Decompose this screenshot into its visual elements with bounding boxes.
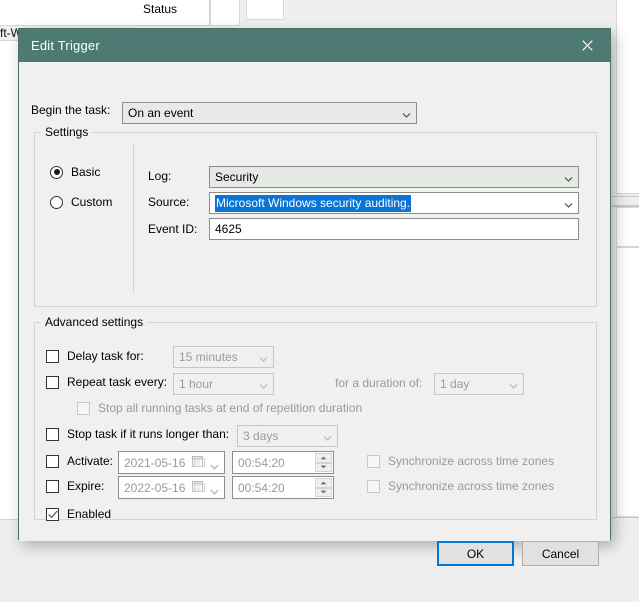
expire-time-input[interactable]: 00:54:20	[232, 476, 334, 499]
expire-date-picker[interactable]: 2022-05-16	[118, 476, 225, 499]
radio-basic[interactable]: Basic	[50, 165, 100, 179]
advanced-settings-group-title: Advanced settings	[41, 315, 148, 329]
activate-sync-label: Synchronize across time zones	[388, 454, 555, 468]
delay-task-combobox[interactable]: 15 minutes	[173, 346, 274, 368]
enabled-label: Enabled	[67, 507, 112, 521]
event-id-row: Event ID:	[148, 222, 197, 236]
stop-task-longer-value: 3 days	[243, 429, 279, 443]
chevron-down-icon	[259, 353, 268, 362]
activate-label: Activate:	[67, 454, 114, 468]
stop-task-longer-combobox[interactable]: 3 days	[237, 425, 338, 447]
log-value: Security	[215, 170, 259, 184]
activate-time-value: 00:54:20	[238, 455, 285, 470]
background-column-spacer	[210, 0, 240, 26]
activate-date-picker[interactable]: 2021-05-16	[118, 451, 225, 474]
delay-task-checkbox[interactable]: Delay task for:	[46, 349, 144, 363]
chevron-down-icon	[210, 484, 219, 495]
background-top-panel	[246, 0, 284, 20]
activate-sync-checkbox: Synchronize across time zones	[367, 454, 554, 468]
stop-task-longer-checkbox[interactable]: Stop task if it runs longer than:	[46, 427, 229, 441]
stop-all-running-label: Stop all running tasks at end of repetit…	[98, 401, 363, 415]
stop-all-running-checkbox-indicator	[77, 401, 90, 415]
repeat-task-combobox[interactable]: 1 hour	[173, 373, 274, 395]
activate-time-input[interactable]: 00:54:20	[232, 451, 334, 474]
background-status-column-header: Status	[135, 0, 210, 26]
settings-vertical-divider	[133, 144, 134, 294]
radio-basic-indicator	[50, 165, 63, 179]
begin-task-combobox[interactable]: On an event	[122, 102, 417, 124]
edit-trigger-dialog: Edit Trigger Begin the task: On an event…	[18, 28, 611, 566]
calendar-icon	[192, 480, 205, 496]
spinner-updown-icon[interactable]	[315, 478, 332, 497]
background-divider-3	[612, 517, 639, 518]
begin-task-label: Begin the task:	[31, 103, 111, 117]
chevron-down-icon	[259, 380, 268, 389]
expire-label: Expire:	[67, 479, 105, 493]
close-icon[interactable]	[565, 29, 610, 62]
event-id-label: Event ID:	[148, 222, 198, 236]
settings-group-title: Settings	[41, 125, 93, 139]
calendar-icon	[192, 455, 205, 471]
repeat-task-checkbox-indicator	[46, 375, 59, 389]
background-right-panel-top	[616, 0, 639, 194]
enabled-checkbox-indicator	[46, 507, 59, 521]
repeat-task-checkbox[interactable]: Repeat task every:	[46, 375, 167, 389]
event-id-value: 4625	[215, 222, 242, 236]
begin-task-row: Begin the task:	[31, 103, 110, 117]
stop-all-running-checkbox: Stop all running tasks at end of repetit…	[77, 401, 362, 415]
expire-sync-checkbox: Synchronize across time zones	[367, 479, 554, 493]
repeat-task-value: 1 hour	[179, 377, 214, 391]
begin-task-value: On an event	[128, 106, 194, 120]
chevron-down-icon	[509, 380, 518, 389]
log-row: Log:	[148, 169, 171, 183]
activate-date-value: 2021-05-16	[124, 455, 186, 470]
duration-label: for a duration of:	[335, 376, 423, 390]
activate-checkbox-indicator	[46, 454, 59, 468]
expire-checkbox-indicator	[46, 479, 59, 493]
source-combobox[interactable]: Microsoft Windows security auditing.	[209, 192, 579, 214]
dialog-body: Begin the task: On an event Settings Bas…	[19, 62, 610, 566]
cancel-button[interactable]: Cancel	[522, 541, 599, 566]
source-row: Source:	[148, 195, 189, 209]
background-right-panel-bottom	[616, 247, 639, 517]
chevron-down-icon	[210, 459, 219, 470]
chevron-down-icon	[564, 199, 573, 208]
dialog-titlebar: Edit Trigger	[19, 29, 610, 62]
repeat-task-label: Repeat task every:	[67, 375, 168, 389]
radio-basic-label: Basic	[71, 165, 101, 179]
radio-custom[interactable]: Custom	[50, 195, 112, 209]
background-divider-1	[612, 196, 639, 197]
ok-button[interactable]: OK	[437, 541, 514, 566]
stop-task-longer-label: Stop task if it runs longer than:	[67, 427, 230, 441]
duration-value: 1 day	[440, 377, 470, 391]
expire-date-value: 2022-05-16	[124, 480, 186, 495]
background-right-panel-mid	[616, 207, 639, 247]
log-label: Log:	[148, 169, 172, 183]
chevron-down-icon	[564, 173, 573, 182]
log-combobox[interactable]: Security	[209, 166, 579, 188]
enabled-checkbox[interactable]: Enabled	[46, 507, 111, 521]
source-label: Source:	[148, 195, 190, 209]
spinner-updown-icon[interactable]	[315, 453, 332, 472]
source-value: Microsoft Windows security auditing.	[215, 194, 412, 212]
chevron-down-icon	[402, 109, 411, 118]
activate-checkbox[interactable]: Activate:	[46, 454, 113, 468]
expire-sync-checkbox-indicator	[367, 479, 380, 493]
delay-task-label: Delay task for:	[67, 349, 144, 363]
delay-task-checkbox-indicator	[46, 349, 59, 363]
activate-sync-checkbox-indicator	[367, 454, 380, 468]
dialog-title: Edit Trigger	[31, 38, 100, 53]
duration-row: for a duration of:	[335, 376, 422, 390]
delay-task-value: 15 minutes	[179, 350, 238, 364]
expire-sync-label: Synchronize across time zones	[388, 479, 555, 493]
radio-custom-label: Custom	[71, 195, 113, 209]
expire-checkbox[interactable]: Expire:	[46, 479, 104, 493]
chevron-down-icon	[323, 432, 332, 441]
stop-task-longer-checkbox-indicator	[46, 427, 59, 441]
radio-custom-indicator	[50, 195, 63, 209]
expire-time-value: 00:54:20	[238, 480, 285, 495]
event-id-input[interactable]: 4625	[209, 218, 579, 240]
duration-combobox[interactable]: 1 day	[434, 373, 524, 395]
